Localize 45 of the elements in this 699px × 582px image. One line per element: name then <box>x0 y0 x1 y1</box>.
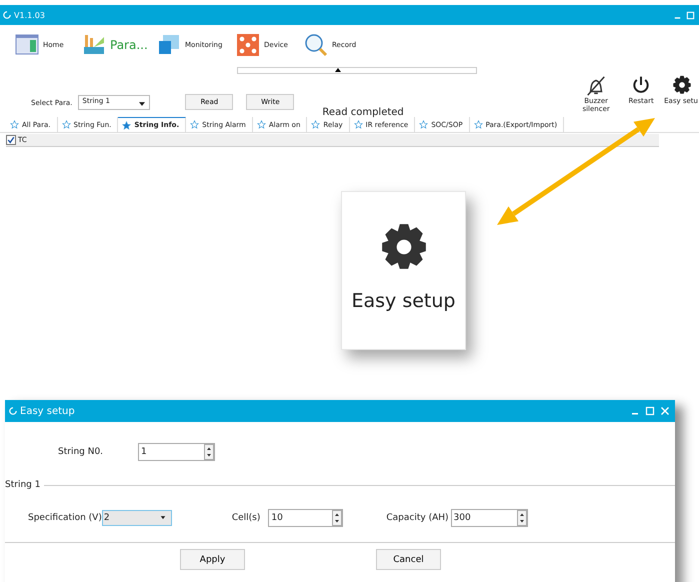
close-icon[interactable] <box>660 406 670 416</box>
field-label: Cell(s) <box>232 513 260 523</box>
spin-box[interactable]: 1 <box>138 443 215 461</box>
settings-icon[interactable] <box>672 75 692 95</box>
dialog-title: Easy setup <box>20 406 76 416</box>
dialog-button[interactable]: Cancel <box>376 549 441 570</box>
window-icon[interactable] <box>15 33 39 57</box>
dialog-button[interactable]: Apply <box>180 549 245 570</box>
star-icon <box>256 120 266 129</box>
spin-box[interactable]: 10 <box>268 509 344 527</box>
star-icon <box>190 120 200 129</box>
stacked-squares-icon[interactable] <box>157 33 181 57</box>
star-icon <box>419 120 428 129</box>
specification-dropdown[interactable]: 2 <box>102 510 172 526</box>
star-icon <box>354 120 363 129</box>
star-icon <box>474 120 483 129</box>
star-icon <box>311 120 320 129</box>
dice-icon[interactable] <box>236 33 260 57</box>
star-icon <box>122 120 132 130</box>
star-icon <box>62 120 70 129</box>
caret-icon <box>160 516 166 520</box>
caret-icon <box>139 102 146 106</box>
spin-box[interactable]: 300 <box>450 509 528 527</box>
field-label: Capacity (AH) <box>386 513 449 523</box>
field-label: String N0. <box>58 447 104 457</box>
status-message: Read completed <box>322 107 404 118</box>
app-icon <box>3 11 11 19</box>
nav-item-label[interactable]: Para... <box>110 38 148 52</box>
spin-arrows-icon[interactable] <box>204 444 214 460</box>
muted-bell-icon[interactable] <box>585 75 608 97</box>
magnifier-icon[interactable] <box>304 33 328 57</box>
equalizer-icon[interactable] <box>82 33 106 57</box>
maximize-icon[interactable] <box>686 10 695 20</box>
up-triangle-icon[interactable] <box>335 68 341 72</box>
spin-arrows-icon[interactable] <box>516 510 527 526</box>
spin-arrows-icon[interactable] <box>332 510 342 526</box>
app-icon <box>9 407 17 415</box>
group-label: String 1 <box>5 480 40 490</box>
window-title: V1.1.03 <box>14 10 46 20</box>
callout-label: Easy setup <box>352 290 456 312</box>
field-label: Specification (V) <box>28 513 102 523</box>
power-icon[interactable] <box>631 75 652 95</box>
star-icon <box>10 120 19 129</box>
checkbox[interactable] <box>6 135 16 145</box>
maximize-icon[interactable] <box>645 406 655 416</box>
